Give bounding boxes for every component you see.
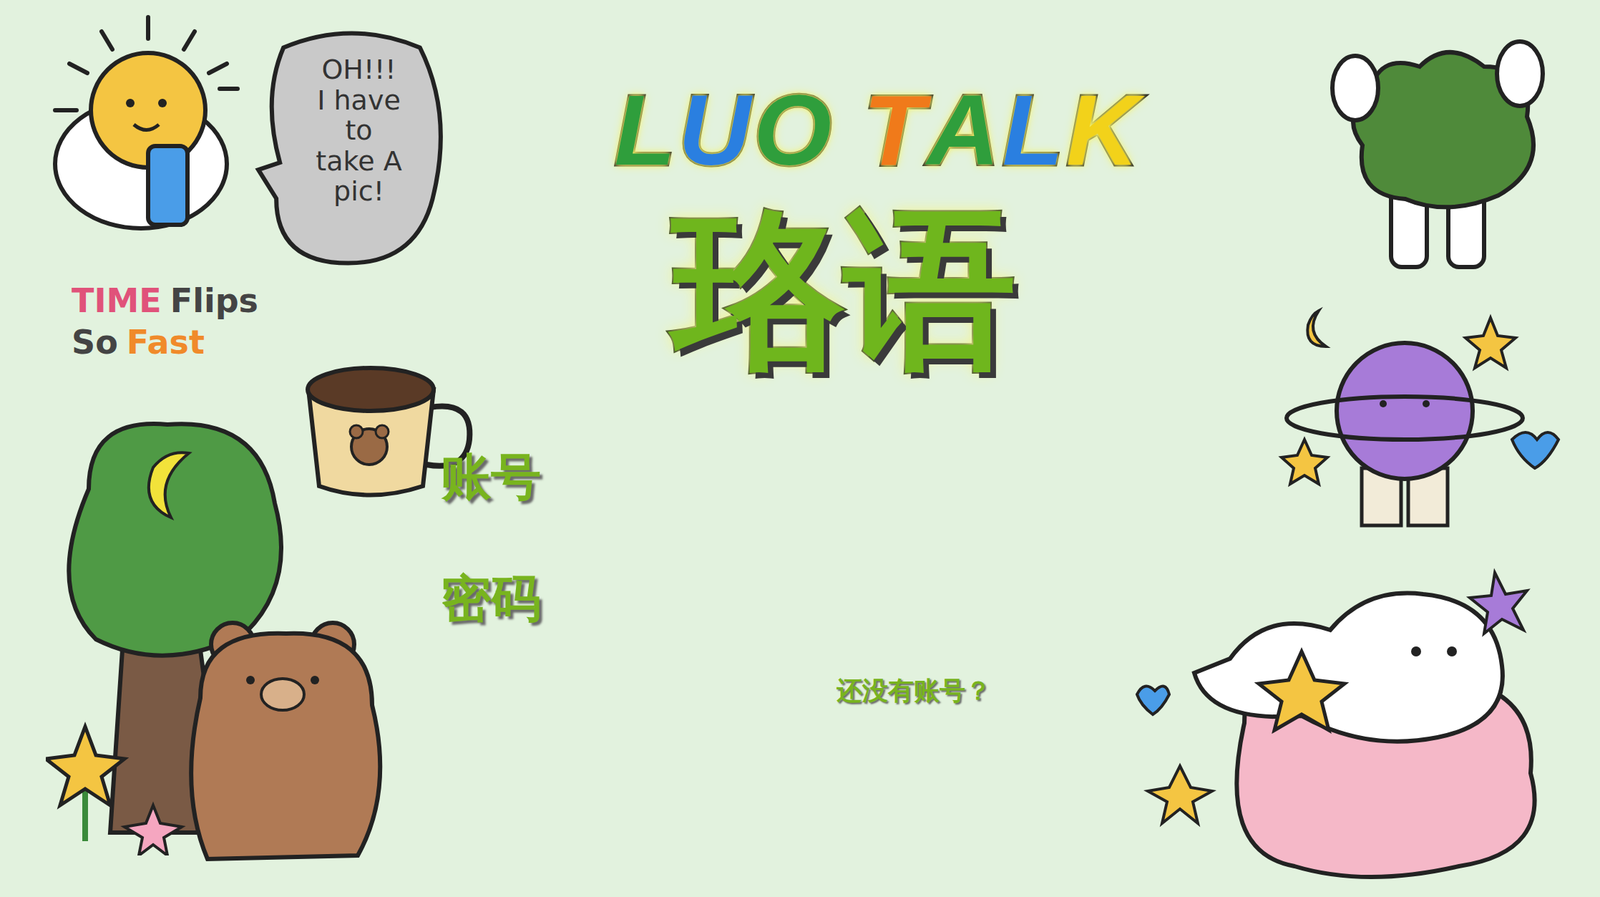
form-row: 密码 [440,573,974,624]
bubble-line: pic! [333,176,385,207]
field-label: 密码 [440,573,541,624]
caption: TIMEFlipsSoFast [71,280,301,363]
logo-letter: A [927,75,1000,186]
app-title: 珞语 [672,199,1017,380]
caption-line: TIMEFlips [71,280,301,323]
form-row: 账号 [440,451,974,502]
logo-letter: L [614,75,677,186]
login-form: 账号密码 [440,451,974,624]
bubble-line: to [344,115,373,146]
caption-line: SoFast [71,322,301,364]
register-link[interactable]: 还没有账号？ [836,673,992,709]
field-input[interactable] [569,452,974,501]
logo-letter: L [1002,75,1065,186]
caption-word: So [71,322,119,364]
broccoli-icon [1326,30,1556,282]
star-flower-icon [45,719,189,856]
login-page: OH!!!I havetotake Apic!TIMEFlipsSoFastLU… [0,0,1600,897]
bear-icon [178,611,398,868]
bubble-line: OH!!! [321,54,396,86]
caption-word: TIME [71,280,162,323]
logo-word: LUO [614,75,833,186]
caption-word: Fast [126,322,205,364]
logo: LUOTALK [614,75,1140,186]
dog-cloud-icon [1122,550,1572,888]
field-label: 账号 [440,451,541,502]
bubble-line: take A [315,145,402,177]
logo-word: TALK [862,75,1139,186]
logo-letter: T [862,75,925,186]
logo-letter: O [753,75,832,186]
bubble-line: I have [316,85,401,116]
login-panel: LUOTALK珞语账号密码还没有账号？ [0,0,1600,709]
sun-phone-icon [40,10,256,247]
speech-bubble: OH!!!I havetotake Apic! [254,25,449,271]
caption-word: Flips [170,280,259,323]
planet-icon [1275,296,1563,533]
logo-letter: K [1066,75,1139,186]
field-input[interactable] [569,574,974,622]
logo-letter: U [678,75,751,186]
